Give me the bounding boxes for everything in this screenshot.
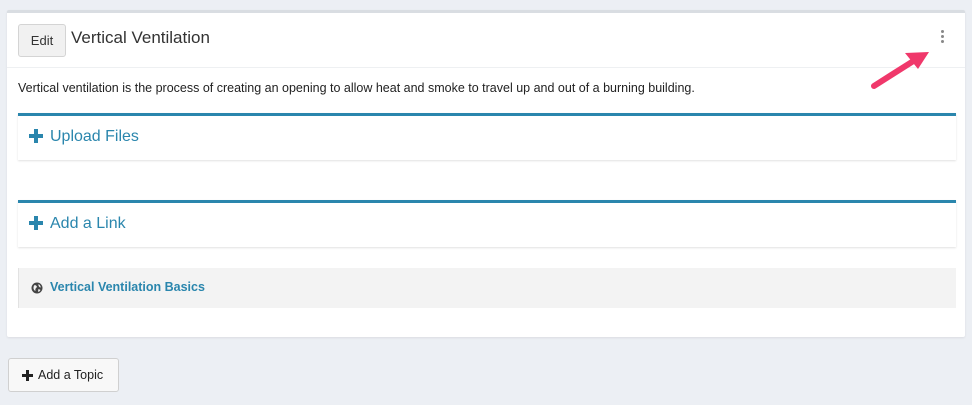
upload-files-label: Upload Files: [50, 128, 139, 145]
upload-files-panel[interactable]: Upload Files: [18, 113, 956, 160]
edit-button[interactable]: Edit: [18, 24, 66, 57]
add-topic-label: Add a Topic: [38, 368, 104, 382]
topic-title: Vertical Ventilation: [71, 28, 210, 47]
topic-description: Vertical ventilation is the process of c…: [18, 81, 695, 95]
kebab-dot: [940, 29, 944, 33]
add-link-label: Add a Link: [50, 215, 126, 232]
plus-icon: [22, 370, 33, 381]
add-topic-button[interactable]: Add a Topic: [8, 358, 119, 392]
plus-icon: [28, 215, 44, 231]
kebab-dot: [940, 39, 944, 43]
plus-icon: [28, 128, 44, 144]
topic-card: Edit Vertical Ventilation Vertical venti…: [7, 10, 965, 337]
link-title[interactable]: Vertical Ventilation Basics: [50, 280, 205, 294]
kebab-dot: [940, 34, 944, 38]
annotation-arrow-icon: [871, 52, 929, 89]
add-link-panel[interactable]: Add a Link: [18, 200, 956, 247]
link-item: Vertical Ventilation Basics: [18, 268, 956, 308]
globe-icon: [31, 282, 43, 294]
topic-header: Edit Vertical Ventilation: [7, 13, 965, 68]
